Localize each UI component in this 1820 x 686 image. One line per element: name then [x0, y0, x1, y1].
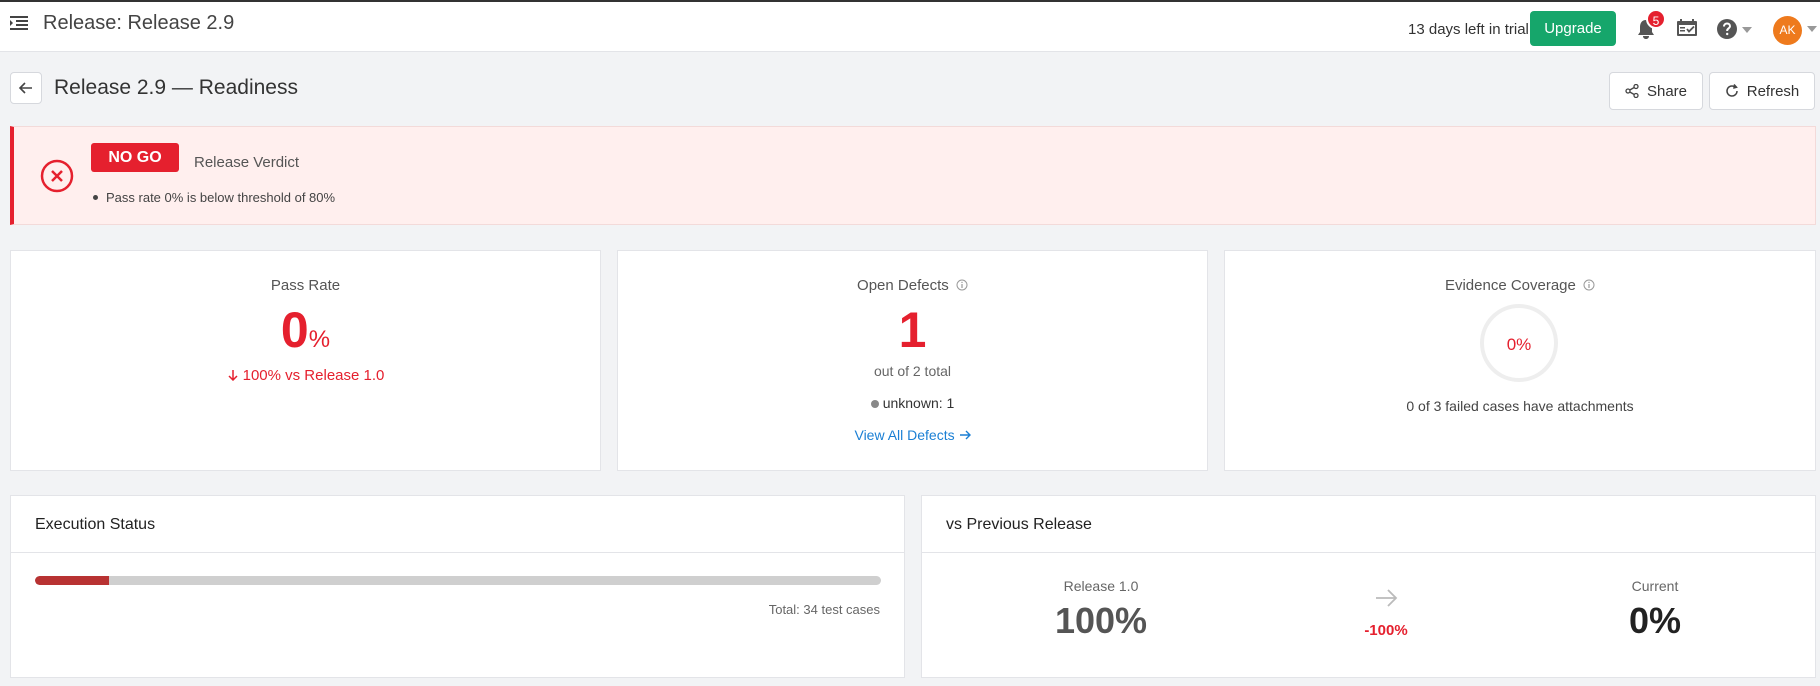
avatar[interactable]: AK [1773, 16, 1802, 45]
close-circle-icon [40, 159, 74, 193]
notification-badge: 5 [1646, 9, 1666, 29]
open-defects-title-row: Open Defects [618, 277, 1207, 294]
page-title: Release 2.9 — Readiness [54, 76, 298, 99]
comparison-title: vs Previous Release [946, 516, 1092, 533]
verdict-status-badge: NO GO [91, 143, 179, 172]
view-all-defects-label: View All Defects [854, 427, 955, 443]
pass-rate-title: Pass Rate [270, 277, 341, 294]
info-icon[interactable] [1583, 279, 1595, 291]
menu-icon[interactable] [10, 15, 28, 31]
pass-rate-value: 0% [11, 301, 600, 359]
refresh-button[interactable]: Refresh [1709, 72, 1815, 110]
refresh-icon [1726, 84, 1738, 97]
defects-breakdown-text: unknown: 1 [882, 395, 955, 411]
failed-segment [35, 576, 110, 585]
current-release-column: Current 0% [1555, 578, 1755, 642]
chevron-down-icon[interactable] [1807, 26, 1817, 32]
divider [11, 552, 904, 553]
share-label: Share [1646, 82, 1688, 100]
share-icon [1625, 84, 1639, 98]
view-all-defects-link[interactable]: View All Defects [618, 427, 1207, 443]
open-defects-card: Open Defects 1 out of 2 total unknown: 1… [617, 250, 1208, 471]
evidence-coverage-card: Evidence Coverage 0% 0 of 3 failed cases… [1224, 250, 1816, 471]
top-bar: Release: Release 2.9 13 days left in tri… [0, 0, 1820, 52]
open-defects-subtitle: out of 2 total [873, 363, 952, 379]
trial-text: 13 days left in trial [1408, 21, 1529, 38]
evidence-subtitle: 0 of 3 failed cases have attachments [1406, 398, 1634, 414]
current-release-label: Current [1631, 578, 1679, 594]
previous-release-label: Release 1.0 [1063, 578, 1139, 594]
pass-rate-unit: % [308, 326, 331, 353]
app-title: Release: Release 2.9 [43, 12, 235, 34]
pass-rate-delta-text: 100% vs Release 1.0 [242, 367, 385, 384]
help-icon[interactable] [1716, 18, 1738, 40]
verdict-label: Release Verdict [194, 154, 300, 171]
comparison-delta: -100% [1364, 622, 1408, 639]
open-defects-title: Open Defects [857, 277, 949, 294]
pass-rate-delta: 100% vs Release 1.0 [11, 367, 600, 384]
current-release-value: 0% [1628, 600, 1682, 641]
execution-status-title: Execution Status [35, 516, 156, 533]
execution-status-panel: Execution Status Total: 34 test cases [10, 495, 905, 678]
info-icon[interactable] [956, 279, 968, 291]
refresh-label: Refresh [1746, 82, 1800, 100]
execution-progress-bar [35, 576, 881, 585]
verdict-reason: Pass rate 0% is below threshold of 80% [92, 190, 336, 205]
pass-rate-number: 0 [280, 302, 309, 358]
evidence-title: Evidence Coverage [1444, 277, 1576, 294]
pass-rate-card: Pass Rate 0% 100% vs Release 1.0 [10, 250, 601, 471]
calendar-check-icon[interactable] [1676, 19, 1698, 37]
defects-breakdown: unknown: 1 [618, 395, 1207, 411]
arrow-right-icon [959, 430, 971, 440]
upgrade-button[interactable]: Upgrade [1530, 11, 1616, 46]
share-button[interactable]: Share [1609, 72, 1703, 110]
comparison-panel: vs Previous Release Release 1.0 100% -10… [921, 495, 1816, 678]
arrow-down-icon [228, 370, 238, 382]
previous-release-column: Release 1.0 100% [1001, 578, 1201, 642]
previous-release-value: 100% [1054, 600, 1148, 641]
arrow-right-icon [1376, 589, 1398, 607]
chevron-down-icon[interactable] [1742, 27, 1752, 33]
arrow-left-icon [18, 82, 32, 94]
divider [922, 552, 1815, 553]
open-defects-value: 1 [898, 302, 927, 358]
evidence-title-row: Evidence Coverage [1225, 277, 1815, 294]
evidence-value: 0% [1506, 335, 1532, 354]
execution-total: Total: 34 test cases [768, 602, 880, 617]
verdict-banner: NO GO Release Verdict Pass rate 0% is be… [10, 126, 1816, 225]
back-button[interactable] [10, 72, 42, 104]
status-dot [870, 400, 879, 408]
